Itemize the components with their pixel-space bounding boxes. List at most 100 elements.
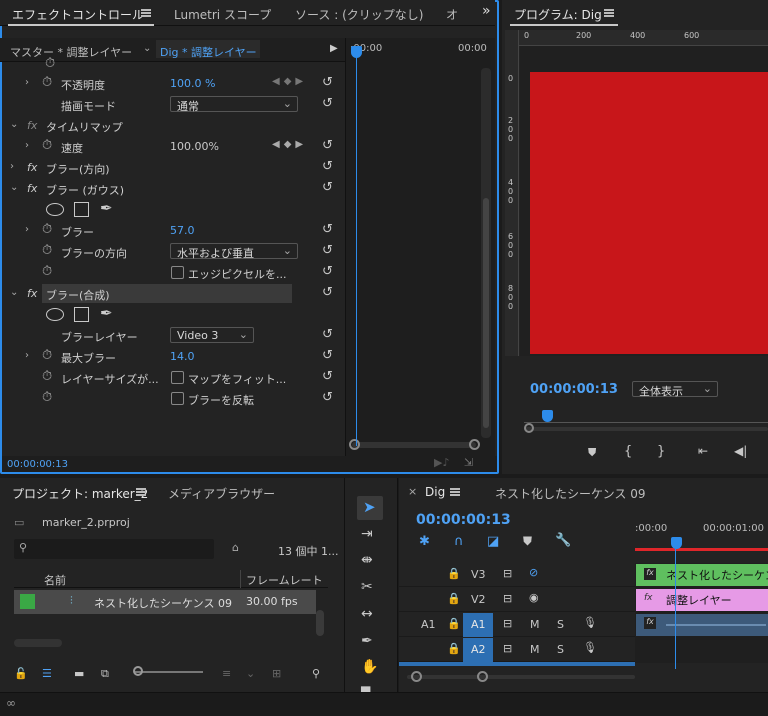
pen-mask-icon[interactable]: ✒ <box>100 304 113 322</box>
snap-icon[interactable]: ∩ <box>454 534 464 549</box>
sync-lock-icon[interactable]: ⊟ <box>503 617 512 630</box>
fx-icon[interactable]: fx <box>27 161 37 174</box>
timeline-timecode[interactable]: 00:00:00:13 <box>416 512 511 528</box>
timeline-horizontal-scrollbar[interactable] <box>407 675 635 679</box>
expand-arrow-icon[interactable]: ⌄ <box>10 119 18 130</box>
list-item[interactable]: ⫶ ネスト化したシーケンス 09 30.00 fps <box>14 590 316 614</box>
sort-icon[interactable]: ≡ <box>222 667 231 680</box>
sync-lock-icon[interactable]: ⊟ <box>503 642 512 655</box>
tab-source[interactable]: ソース : (クリップなし) <box>295 6 423 23</box>
reset-icon[interactable]: ↺ <box>322 96 333 111</box>
column-fps[interactable]: フレームレート <box>246 572 323 588</box>
freeform-view-icon[interactable]: ⧉ <box>101 667 109 681</box>
reset-icon[interactable]: ↺ <box>322 75 333 90</box>
repeat-edge-checkbox[interactable] <box>171 266 184 279</box>
panel-menu-icon[interactable] <box>604 9 614 17</box>
stopwatch-icon[interactable]: ⏱ <box>42 369 52 384</box>
stopwatch-icon[interactable]: ⏱ <box>42 264 52 279</box>
microphone-icon[interactable]: 🎙 <box>583 641 597 654</box>
stopwatch-icon[interactable]: ⏱ <box>42 348 52 363</box>
nest-icon[interactable]: ✱ <box>419 534 430 549</box>
list-view-icon[interactable]: ☰ <box>42 667 52 680</box>
zoom-slider-handle[interactable] <box>133 666 143 676</box>
current-timecode[interactable]: 00:00:00:13 <box>7 459 68 470</box>
reset-icon[interactable]: ↺ <box>322 285 333 300</box>
lock-icon[interactable]: 🔒 <box>447 617 461 630</box>
reset-icon[interactable]: ↺ <box>322 138 333 153</box>
reset-icon[interactable]: ↺ <box>322 369 333 384</box>
timeline-tab-2[interactable]: ネスト化したシーケンス 09 <box>495 485 646 502</box>
source-patch-a1[interactable]: A1 <box>421 618 436 631</box>
keyframe-nav-icon[interactable]: ◀◆▶ <box>272 139 307 150</box>
keyframe-nav-icon[interactable]: ◀◆▶ <box>272 76 307 87</box>
blend-mode-dropdown[interactable]: 通常 ⌄ <box>170 96 298 113</box>
mark-out-icon[interactable]: } <box>657 444 665 459</box>
mark-in-icon[interactable]: { <box>624 444 632 459</box>
step-back-icon[interactable]: ◀| <box>734 444 747 458</box>
mute-button[interactable]: M <box>530 618 540 631</box>
playhead-handle[interactable] <box>351 46 362 58</box>
solo-button[interactable]: S <box>557 618 564 631</box>
bin-icon[interactable]: ⌂ <box>232 541 239 554</box>
fx-icon[interactable]: fx <box>27 287 37 300</box>
stopwatch-icon[interactable]: ⏱ <box>42 138 52 153</box>
lock-icon[interactable]: 🔓 <box>14 667 28 680</box>
invert-blur-checkbox[interactable] <box>171 392 184 405</box>
speed-value[interactable]: 100.00% <box>170 140 219 153</box>
mute-button[interactable]: M <box>530 643 540 656</box>
ellipse-mask-icon[interactable] <box>46 308 64 321</box>
solo-button[interactable]: S <box>557 643 564 656</box>
razor-icon[interactable]: ✂ <box>361 579 373 595</box>
sequence-clip-label[interactable]: Dig * 調整レイヤー <box>160 44 257 60</box>
close-icon[interactable]: × <box>408 485 417 498</box>
automate-icon[interactable]: ⊞ <box>272 667 281 680</box>
opacity-value[interactable]: 100.0 % <box>170 77 215 90</box>
play-only-icon[interactable]: ▶ <box>330 43 338 54</box>
export-icon[interactable]: ⇲ <box>464 456 473 469</box>
program-timecode[interactable]: 00:00:00:13 <box>530 382 618 397</box>
horizontal-scrollbar[interactable] <box>14 639 62 647</box>
stopwatch-icon[interactable]: ⏱ <box>42 243 52 258</box>
add-marker-icon[interactable]: ⛊ <box>588 446 596 460</box>
effect-timeline[interactable]: :00:00 00:00 <box>345 38 495 460</box>
eye-icon[interactable]: ◉ <box>529 591 539 604</box>
play-audio-icon[interactable]: ▶♪ <box>434 456 449 469</box>
blurriness-value[interactable]: 57.0 <box>170 224 195 237</box>
linked-selection-icon[interactable]: ◪ <box>487 534 499 549</box>
tab-overflow[interactable]: オ <box>446 6 458 23</box>
selection-tool-icon[interactable]: ➤ <box>363 498 376 516</box>
wrench-icon[interactable]: 🔧 <box>555 533 571 548</box>
label-color-swatch[interactable] <box>20 594 35 609</box>
reset-icon[interactable]: ↺ <box>322 390 333 405</box>
reset-icon[interactable]: ↺ <box>322 243 333 258</box>
pen-mask-icon[interactable]: ✒ <box>100 199 113 217</box>
creative-cloud-icon[interactable]: ∞ <box>6 696 16 710</box>
horizontal-scrollbar[interactable] <box>352 442 476 448</box>
chevron-down-icon[interactable]: ⌄ <box>246 667 255 680</box>
hand-tool-icon[interactable]: ✋ <box>361 659 378 675</box>
program-playhead[interactable] <box>542 410 553 422</box>
fx-icon[interactable]: fx <box>27 182 37 195</box>
collapse-arrow-icon[interactable]: ⌄ <box>10 182 18 193</box>
program-monitor-title[interactable]: プログラム: Dig <box>514 6 602 23</box>
work-area-bar[interactable] <box>635 548 768 551</box>
expand-arrow-icon[interactable]: › <box>10 161 14 172</box>
scrollbar-thumb[interactable] <box>483 198 489 428</box>
scroll-handle-left[interactable] <box>524 423 534 433</box>
reset-icon[interactable]: ↺ <box>322 327 333 342</box>
expand-arrow-icon[interactable]: › <box>25 77 29 88</box>
expand-arrow-icon[interactable]: › <box>25 140 29 151</box>
project-tab[interactable]: プロジェクト: marker_2 <box>12 485 148 502</box>
reset-icon[interactable]: ↺ <box>322 180 333 195</box>
timeline-playhead-handle[interactable] <box>671 537 682 549</box>
track-select-icon[interactable]: ⇥ <box>361 526 373 542</box>
go-to-in-icon[interactable]: ⇤ <box>698 444 708 458</box>
icon-view-icon[interactable]: ▬ <box>74 667 84 680</box>
rectangle-mask-icon[interactable] <box>74 202 89 217</box>
zoom-scrollbar[interactable] <box>524 427 768 431</box>
stopwatch-icon[interactable]: ⏱ <box>45 56 55 71</box>
sync-lock-icon[interactable]: ⊟ <box>503 592 512 605</box>
reset-icon[interactable]: ↺ <box>322 348 333 363</box>
tab-lumetri-scopes[interactable]: Lumetri スコープ <box>174 6 271 23</box>
media-browser-tab[interactable]: メディアブラウザー <box>168 485 275 502</box>
